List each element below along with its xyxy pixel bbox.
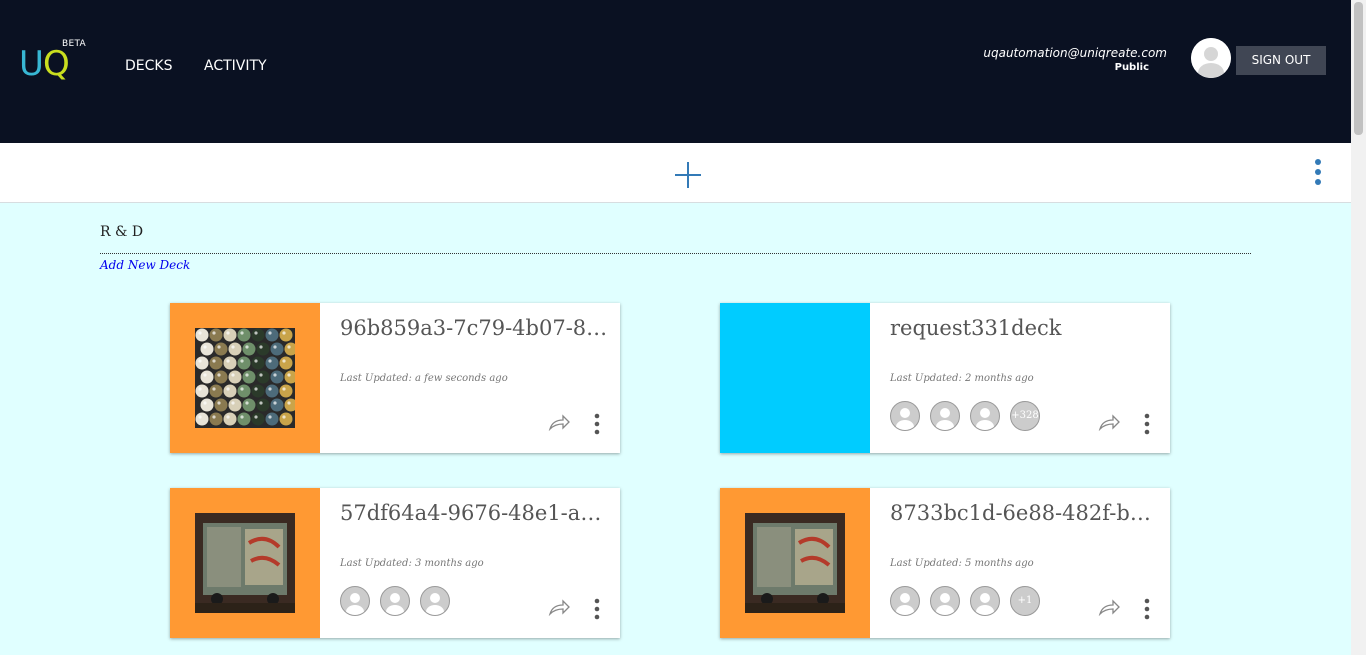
deck-title[interactable]: 57df64a4-9676-48e1-abb5… xyxy=(340,501,612,525)
share-icon[interactable] xyxy=(1098,598,1120,616)
deck-last-updated: Last Updated: 2 months ago xyxy=(890,373,1034,384)
card-menu-kebab-icon[interactable] xyxy=(591,413,603,435)
scrollbar-thumb[interactable] xyxy=(1354,2,1363,135)
deck-last-updated: Last Updated: 3 months ago xyxy=(340,558,484,569)
group-divider xyxy=(100,253,1251,254)
collaborator-avatar[interactable] xyxy=(890,586,920,616)
logo-letter-u: U xyxy=(19,44,44,84)
deck-thumbnail[interactable] xyxy=(170,488,320,638)
deck-title[interactable]: request331deck xyxy=(890,316,1162,340)
more-collaborators-badge[interactable]: +328 xyxy=(1010,401,1040,431)
deck-card[interactable]: request331deck Last Updated: 2 months ag… xyxy=(720,303,1170,453)
share-icon[interactable] xyxy=(1098,413,1120,431)
card-menu-kebab-icon[interactable] xyxy=(591,598,603,620)
deck-title[interactable]: 96b859a3-7c79-4b07-837… xyxy=(340,316,612,340)
deck-thumbnail[interactable] xyxy=(170,303,320,453)
user-avatar[interactable] xyxy=(1191,38,1231,78)
truck-image xyxy=(745,513,845,613)
collaborator-avatar[interactable] xyxy=(380,586,410,616)
deck-last-updated: Last Updated: 5 months ago xyxy=(890,558,1034,569)
sign-out-button[interactable]: SIGN OUT xyxy=(1236,46,1326,75)
share-icon[interactable] xyxy=(548,413,570,431)
logo-letter-q: Q xyxy=(43,44,70,84)
user-email: uqautomation@uniqreate.com xyxy=(983,46,1167,60)
deck-last-updated: Last Updated: a few seconds ago xyxy=(340,373,508,384)
vertical-scrollbar[interactable] xyxy=(1351,0,1366,655)
deck-card[interactable]: 8733bc1d-6e88-482f-b7d… Last Updated: 5 … xyxy=(720,488,1170,638)
add-new-deck-link[interactable]: Add New Deck xyxy=(100,258,190,272)
deck-thumbnail[interactable] xyxy=(720,303,870,453)
deck-card[interactable]: 96b859a3-7c79-4b07-837… Last Updated: a … xyxy=(170,303,620,453)
collaborator-avatar[interactable] xyxy=(970,586,1000,616)
collaborator-avatar[interactable] xyxy=(970,401,1000,431)
add-plus-icon[interactable] xyxy=(675,162,701,188)
deck-thumbnail[interactable] xyxy=(720,488,870,638)
beta-badge: BETA xyxy=(62,39,87,49)
nav-decks[interactable]: DECKS xyxy=(125,58,172,74)
group-title: R & D xyxy=(100,224,144,240)
deck-card[interactable]: 57df64a4-9676-48e1-abb5… Last Updated: 3… xyxy=(170,488,620,638)
collaborator-avatar[interactable] xyxy=(930,586,960,616)
user-silhouette-icon xyxy=(1191,38,1231,78)
deck-title[interactable]: 8733bc1d-6e88-482f-b7d… xyxy=(890,501,1162,525)
marbles-image xyxy=(195,328,295,428)
collaborator-avatar[interactable] xyxy=(420,586,450,616)
options-kebab-icon[interactable] xyxy=(1309,159,1327,187)
collaborator-avatar[interactable] xyxy=(890,401,920,431)
card-menu-kebab-icon[interactable] xyxy=(1141,598,1153,620)
uq-logo[interactable]: U Q xyxy=(19,44,81,84)
user-role: Public xyxy=(1114,62,1149,73)
card-menu-kebab-icon[interactable] xyxy=(1141,413,1153,435)
share-icon[interactable] xyxy=(548,598,570,616)
collaborator-avatar[interactable] xyxy=(340,586,370,616)
top-navbar: U Q BETA DECKS ACTIVITY uqautomation@uni… xyxy=(0,0,1351,143)
nav-activity[interactable]: ACTIVITY xyxy=(204,58,267,74)
truck-image xyxy=(195,513,295,613)
collaborator-avatar[interactable] xyxy=(930,401,960,431)
more-collaborators-badge[interactable]: +1 xyxy=(1010,586,1040,616)
